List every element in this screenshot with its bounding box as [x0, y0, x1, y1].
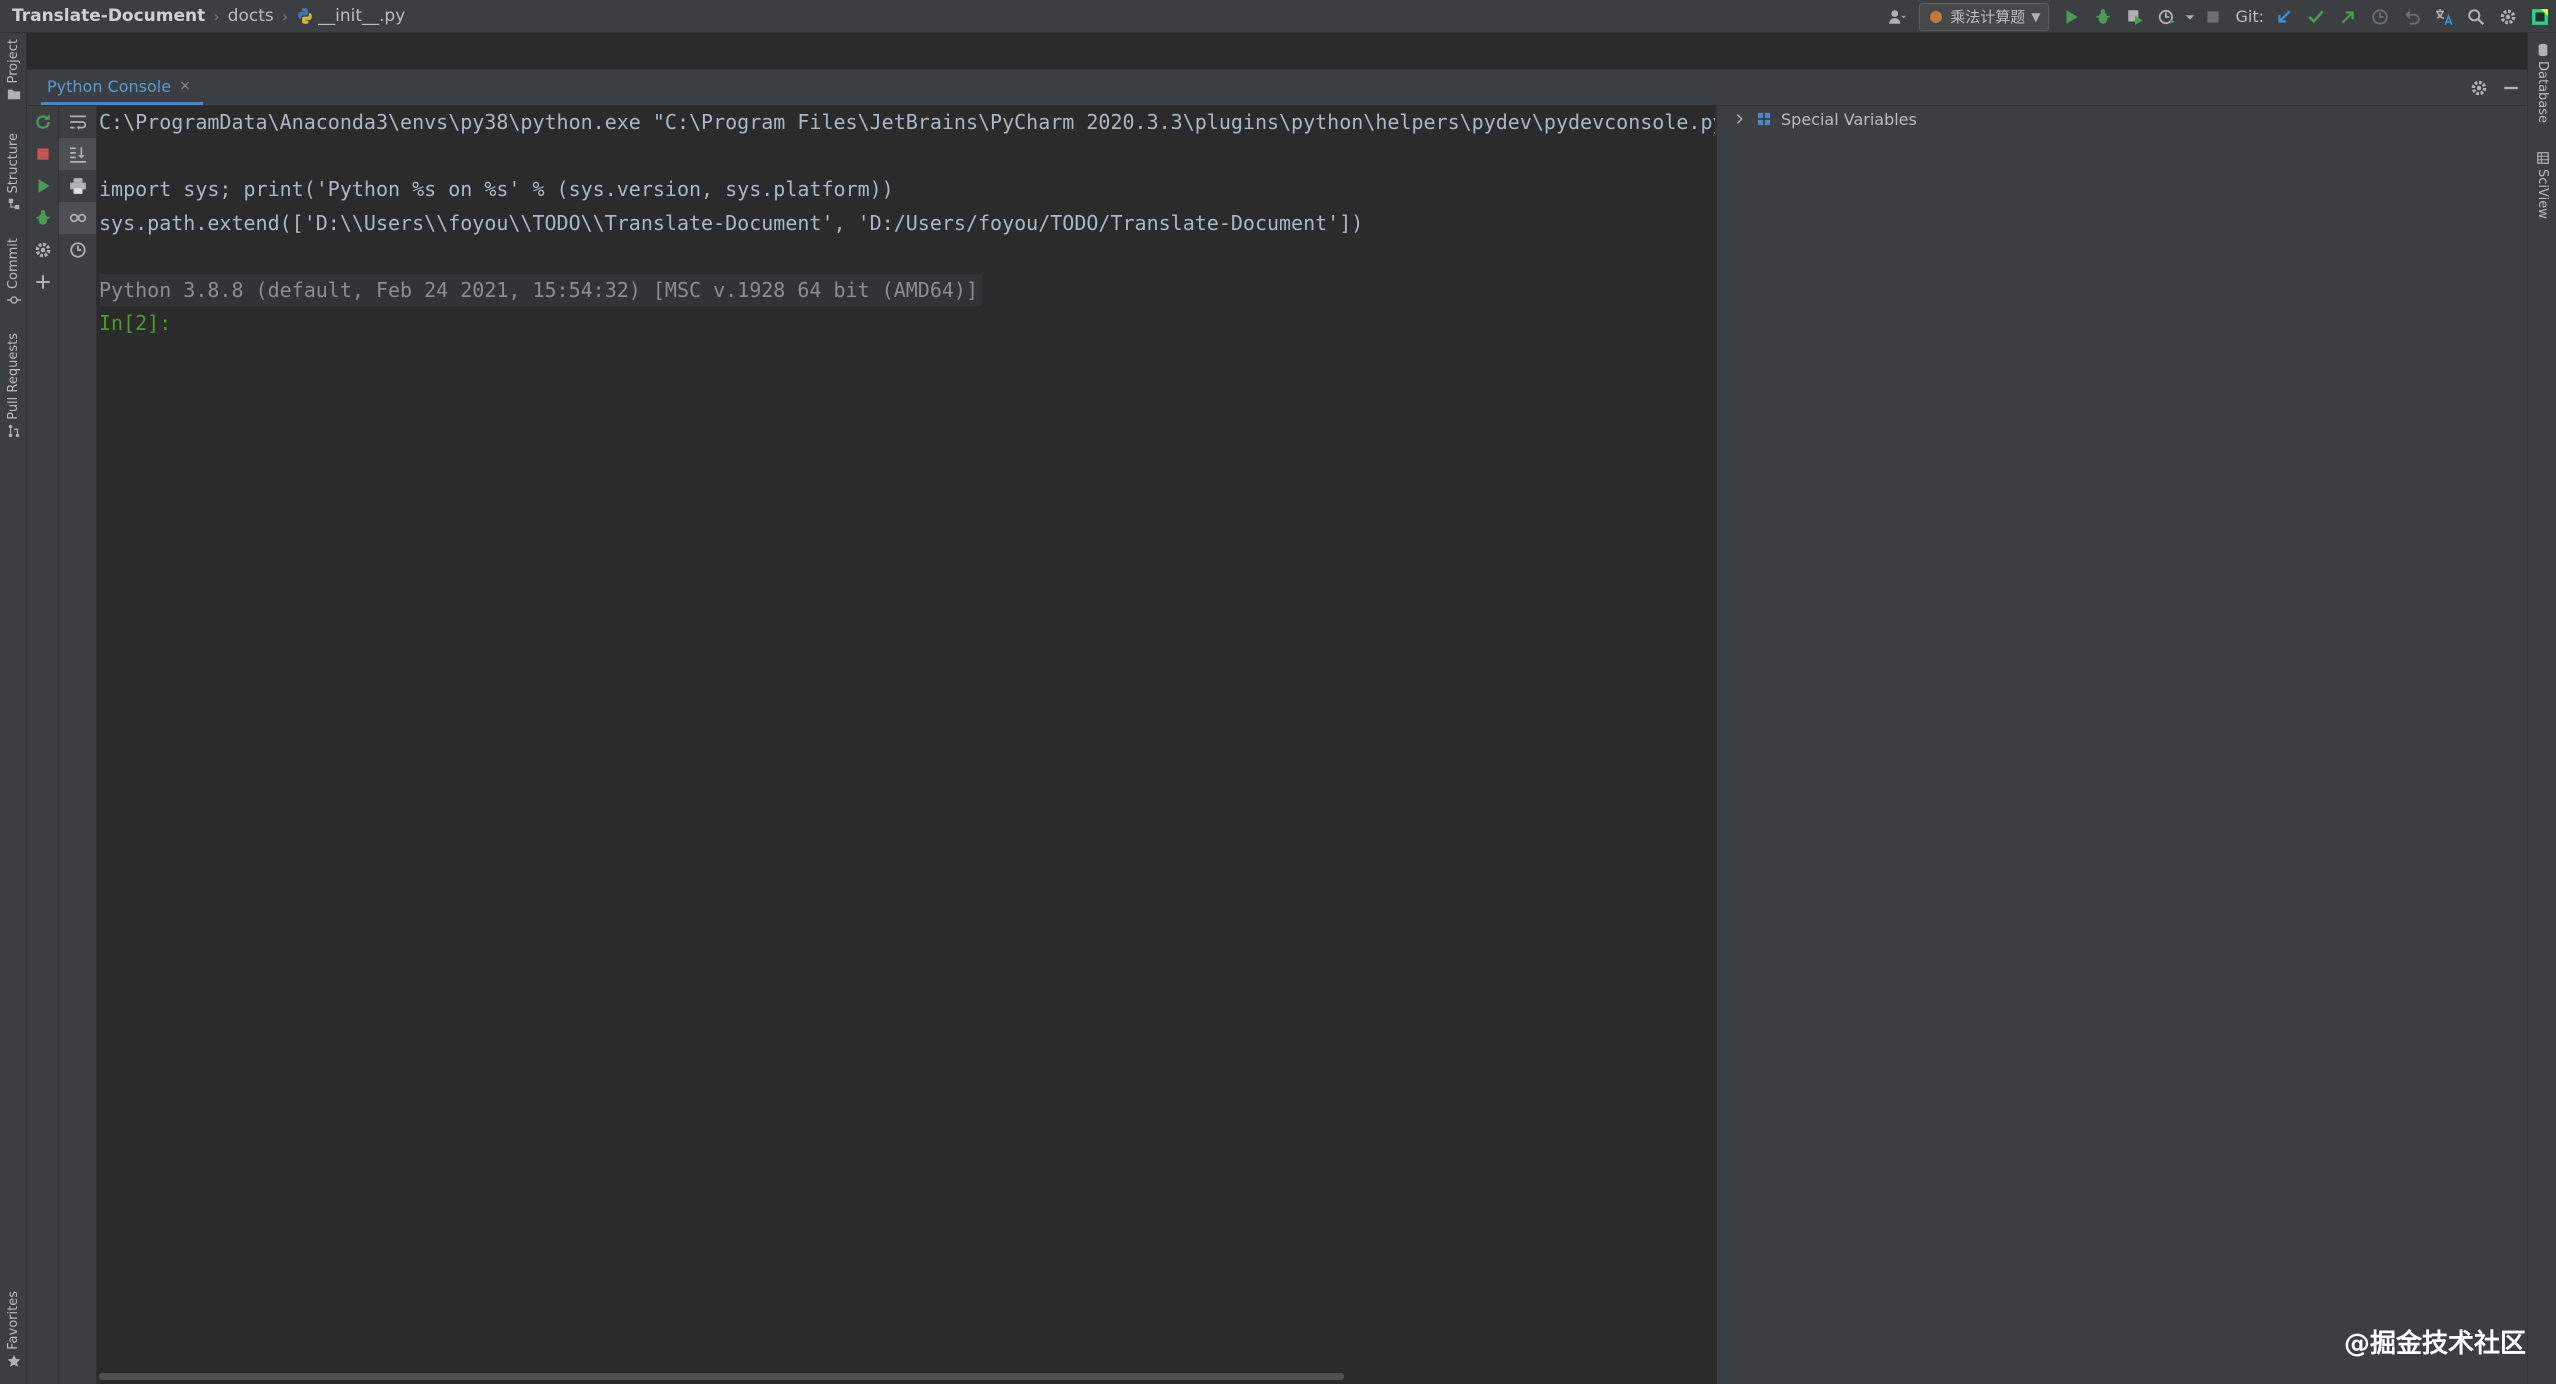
gear-icon[interactable]: [2463, 70, 2495, 106]
history-button[interactable]: [59, 234, 96, 266]
pull-request-icon: [8, 424, 19, 437]
tool-window-tab-sciview[interactable]: SciView: [2528, 151, 2556, 219]
python-file-icon: [298, 8, 312, 24]
git-update-icon[interactable]: [2268, 0, 2300, 33]
header-actions: [2463, 70, 2527, 106]
tool-window-tab-label: Structure: [6, 133, 21, 194]
tool-window-tab-project[interactable]: Project: [0, 39, 27, 101]
rollback-icon[interactable]: [2396, 0, 2428, 33]
star-icon: [7, 1354, 20, 1367]
stop-icon[interactable]: [2197, 0, 2229, 33]
breadcrumb-project[interactable]: Translate-Document: [12, 6, 205, 26]
tool-window-tab-database[interactable]: Database: [2528, 43, 2556, 123]
print-icon: [69, 178, 86, 194]
commit-icon: [6, 296, 21, 304]
rerun-icon: [35, 114, 50, 129]
chevron-down-icon[interactable]: [2183, 0, 2197, 33]
debug-icon: [35, 210, 50, 225]
execute-button[interactable]: [27, 170, 58, 202]
history-icon[interactable]: [2364, 0, 2396, 33]
breadcrumb-folder[interactable]: docts: [228, 6, 274, 26]
console-toolbar-secondary: [59, 106, 97, 1384]
chevron-right-icon[interactable]: [1733, 112, 1747, 126]
console-input-prompt[interactable]: In[2]:: [99, 307, 171, 339]
tool-window-tab-label: Project: [6, 39, 21, 84]
tab-label: Python Console: [47, 76, 172, 96]
tool-window-tab-commit[interactable]: Commit: [0, 238, 27, 307]
git-label: Git:: [2235, 7, 2264, 26]
stop-icon: [36, 148, 49, 160]
user-icon[interactable]: [1881, 0, 1913, 33]
horizontal-scrollbar[interactable]: [99, 1373, 1344, 1380]
print-button[interactable]: [59, 170, 96, 202]
glasses-icon: [69, 213, 86, 223]
special-variables-node[interactable]: Special Variables: [1733, 106, 1917, 132]
minimize-icon[interactable]: [2495, 70, 2527, 106]
console-line-sys-path: sys.path.extend(['D:\\Users\\foyou\\TODO…: [99, 211, 1364, 235]
sciview-icon: [2536, 152, 2549, 164]
right-tool-window-strip: Database SciView: [2527, 33, 2556, 1384]
breadcrumb-separator: ›: [213, 6, 220, 26]
breadcrumb-file[interactable]: __init__.py: [318, 6, 405, 26]
gear-icon: [35, 242, 50, 258]
debug-icon[interactable]: [2087, 0, 2119, 33]
tool-window-tab-label: Commit: [6, 238, 21, 290]
plus-icon: [35, 275, 50, 289]
git-push-icon[interactable]: [2332, 0, 2364, 33]
structure-icon: [8, 199, 19, 210]
python-config-icon: [1930, 10, 1943, 23]
gear-icon[interactable]: [2492, 0, 2524, 33]
navbar-actions: 乘法计算题 ▼ Git:: [1881, 0, 2556, 33]
rerun-button[interactable]: [27, 106, 58, 138]
tool-window-tab-label: Database: [2535, 61, 2550, 124]
search-icon[interactable]: [2460, 0, 2492, 33]
tool-window-tab-label: Favorites: [6, 1291, 21, 1350]
profile-icon[interactable]: [2151, 0, 2183, 33]
run-icon[interactable]: [2055, 0, 2087, 33]
run-configuration-label: 乘法计算题: [1950, 8, 2026, 26]
debug-button[interactable]: [27, 202, 58, 234]
console-toolbar-primary: [27, 106, 59, 1384]
variables-panel: Special Variables: [1717, 106, 2527, 1384]
console-line-import: import sys; print('Python %s on %s' % (s…: [99, 177, 894, 201]
console-line-command: C:\ProgramData\Anaconda3\envs\py38\pytho…: [99, 110, 1715, 134]
pycharm-logo-icon[interactable]: [2524, 0, 2556, 33]
editor-tab-strip: [0, 33, 2556, 70]
tool-window-tab-structure[interactable]: Structure: [0, 133, 27, 211]
soft-wrap-icon: [69, 115, 86, 130]
soft-wrap-button[interactable]: [59, 106, 96, 138]
stop-button[interactable]: [27, 138, 58, 170]
tool-window-tab-pull-requests[interactable]: Pull Requests: [0, 333, 27, 438]
breadcrumb-separator: ›: [281, 6, 289, 26]
left-tool-window-strip: Project Structure Commit Pull Requests F…: [0, 33, 27, 1384]
run-icon: [38, 179, 50, 193]
console-line-python-version: Python 3.8.8 (default, Feb 24 2021, 15:5…: [99, 274, 982, 306]
scroll-to-end-button[interactable]: [59, 138, 96, 170]
watermark: @掘金技术社区: [2343, 1329, 2526, 1359]
close-icon[interactable]: ×: [179, 78, 191, 94]
history-icon: [69, 242, 86, 258]
chevron-down-icon: ▼: [2031, 9, 2041, 24]
settings-button[interactable]: [27, 234, 58, 266]
new-console-button[interactable]: [27, 266, 58, 298]
navigation-bar: Translate-Document › docts › __init__.py…: [0, 0, 2556, 33]
console-output-area[interactable]: C:\ProgramData\Anaconda3\envs\py38\pytho…: [97, 106, 1715, 1384]
folder-icon: [7, 90, 20, 100]
git-commit-icon[interactable]: [2300, 0, 2332, 33]
special-variables-label: Special Variables: [1781, 109, 1917, 129]
tool-window-tab-label: Pull Requests: [6, 333, 21, 420]
console-tool-window-header: Python Console ×: [27, 70, 2527, 106]
scroll-to-end-icon: [69, 147, 86, 163]
tab-python-console[interactable]: Python Console ×: [41, 70, 203, 105]
translate-icon[interactable]: [2428, 0, 2460, 33]
variables-group-icon: [1757, 112, 1771, 126]
run-configuration-selector[interactable]: 乘法计算题 ▼: [1919, 2, 2050, 31]
coverage-icon[interactable]: [2119, 0, 2151, 33]
tool-window-tab-label: SciView: [2535, 169, 2550, 219]
breadcrumb: Translate-Document › docts › __init__.py: [0, 0, 405, 33]
database-icon: [2538, 43, 2547, 57]
tool-window-tab-favorites[interactable]: Favorites: [0, 1291, 27, 1368]
show-variables-button[interactable]: [59, 202, 96, 234]
